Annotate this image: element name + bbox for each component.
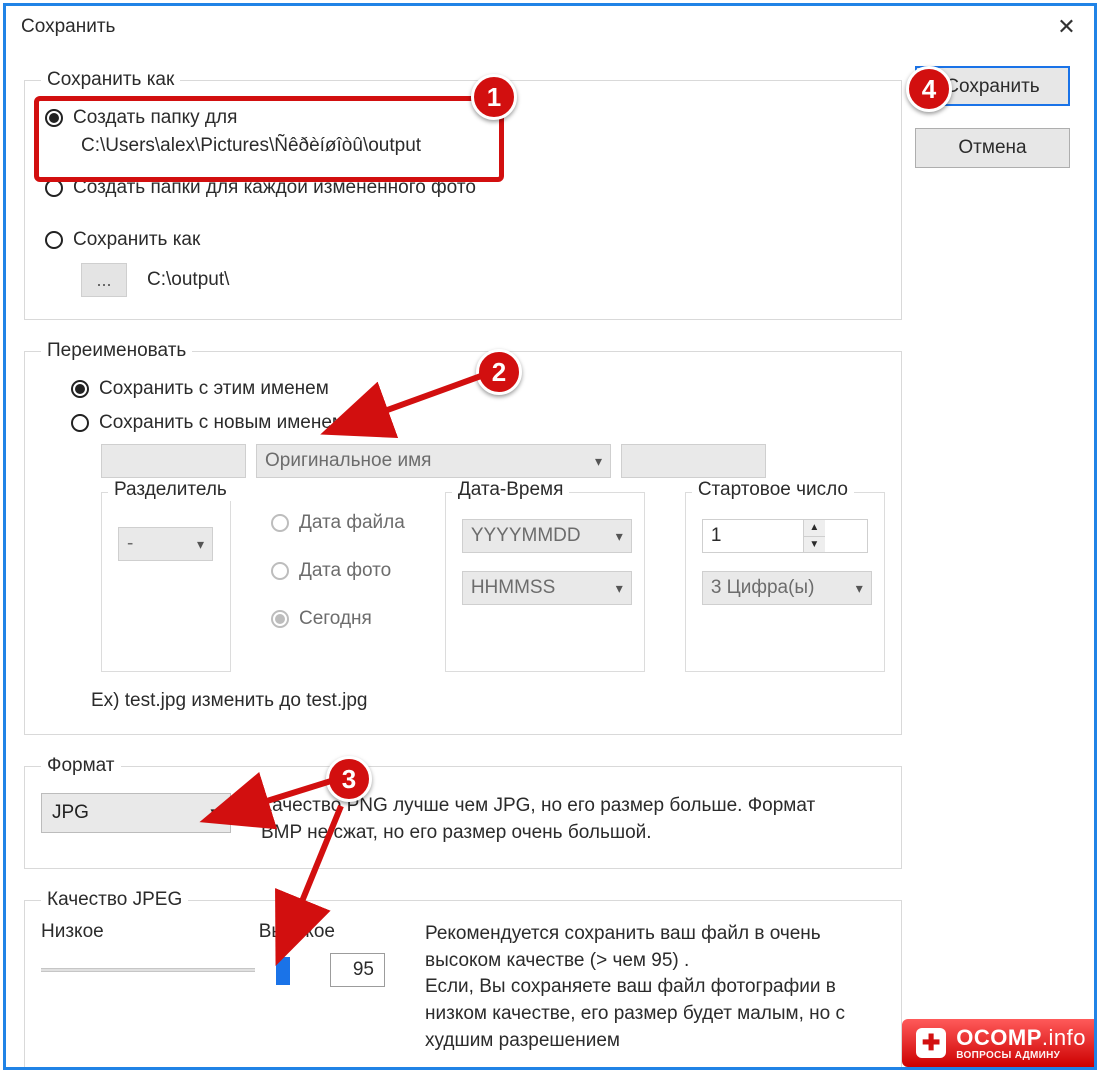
quality-legend: Качество JPEG <box>41 889 188 911</box>
start-number-spinner[interactable]: 1 ▲ ▼ <box>702 519 868 553</box>
digits-select[interactable]: 3 Цифра(ы) ▾ <box>702 571 872 605</box>
radio-label: Дата фото <box>299 560 391 582</box>
quality-slider[interactable] <box>41 955 315 985</box>
spinner-up-icon[interactable]: ▲ <box>803 520 825 537</box>
radio-icon <box>71 414 89 432</box>
radio-file-date[interactable]: Дата файла <box>271 512 405 534</box>
radio-save-as[interactable]: Сохранить как <box>45 229 885 251</box>
format-note: Качество PNG лучше чем JPG, но его разме… <box>261 793 831 846</box>
rename-example: Ex) test.jpg изменить до test.jpg <box>91 690 885 712</box>
format-group: Формат JPG ▾ Качество PNG лучше чем JPG,… <box>24 755 902 869</box>
cancel-button[interactable]: Отмена <box>915 128 1070 168</box>
radio-icon <box>45 179 63 197</box>
radio-new-name[interactable]: Сохранить с новым именем <box>71 412 885 434</box>
rename-group: Переименовать Сохранить с этим именем Со… <box>24 340 902 735</box>
quality-group: Качество JPEG Низкое Высокое 95 <box>24 889 902 1070</box>
radio-each-photo[interactable]: Создать папки для каждой измененного фот… <box>45 177 885 199</box>
radio-label: Сохранить с новым именем <box>99 412 345 434</box>
rename-legend: Переименовать <box>41 340 192 362</box>
radio-create-folder[interactable]: Создать папку для <box>45 107 885 129</box>
quality-low-label: Низкое <box>41 921 104 943</box>
save-as-legend: Сохранить как <box>41 69 180 91</box>
chevron-down-icon: ▾ <box>595 453 602 470</box>
start-number-fieldset: Стартовое число 1 ▲ ▼ 3 Цифра(ы) ▾ <box>685 492 885 672</box>
radio-icon <box>45 231 63 249</box>
save-as-path: C:\output\ <box>147 269 229 291</box>
radio-same-name[interactable]: Сохранить с этим именем <box>71 378 885 400</box>
chevron-down-icon: ▾ <box>616 580 623 597</box>
suffix-input[interactable] <box>621 444 766 478</box>
watermark-badge: OCOMP.info ВОПРОСЫ АДМИНУ <box>902 1019 1097 1067</box>
radio-icon <box>271 610 289 628</box>
format-legend: Формат <box>41 755 121 777</box>
radio-icon <box>45 109 63 127</box>
create-folder-path: C:\Users\alex\Pictures\Ñêðèíøîòû\output <box>81 135 885 157</box>
prefix-input[interactable] <box>101 444 246 478</box>
time-format-select[interactable]: HHMMSS ▾ <box>462 571 632 605</box>
save-dialog-window: Сохранить ✕ Сохранить Отмена Сохранить к… <box>3 3 1097 1070</box>
radio-icon <box>271 514 289 532</box>
chevron-down-icon: ▾ <box>856 580 863 597</box>
date-format-select[interactable]: YYYYMMDD ▾ <box>462 519 632 553</box>
titlebar: Сохранить ✕ <box>6 6 1094 49</box>
separator-fieldset: Разделитель - ▾ <box>101 492 231 672</box>
radio-label: Сегодня <box>299 608 372 630</box>
slider-track <box>41 968 255 972</box>
radio-label: Сохранить с этим именем <box>99 378 329 400</box>
separator-select[interactable]: - ▾ <box>118 527 213 561</box>
save-as-group: Сохранить как Создать папку для C:\Users… <box>24 69 902 320</box>
radio-photo-date[interactable]: Дата фото <box>271 560 405 582</box>
spinner-down-icon[interactable]: ▼ <box>803 537 825 553</box>
radio-icon <box>71 380 89 398</box>
datetime-fieldset: Дата-Время YYYYMMDD ▾ HHMMSS ▾ <box>445 492 645 672</box>
chevron-down-icon: ▾ <box>616 528 623 545</box>
quality-value-input[interactable]: 95 <box>330 953 385 987</box>
chevron-down-icon: ▾ <box>210 802 220 825</box>
radio-label: Создать папки для каждой измененного фот… <box>73 177 476 199</box>
radio-label: Дата файла <box>299 512 405 534</box>
window-title: Сохранить <box>21 16 115 38</box>
radio-label: Создать папку для <box>73 107 237 129</box>
quality-high-label: Высокое <box>259 921 335 943</box>
slider-thumb[interactable] <box>276 957 290 985</box>
radio-icon <box>271 562 289 580</box>
separator-legend: Разделитель <box>108 479 233 501</box>
start-number-legend: Стартовое число <box>692 479 854 501</box>
browse-button[interactable]: ... <box>81 263 127 297</box>
radio-today[interactable]: Сегодня <box>271 608 405 630</box>
radio-label: Сохранить как <box>73 229 200 251</box>
quality-note: Рекомендуется сохранить ваш файл в очень… <box>425 921 885 1054</box>
save-button[interactable]: Сохранить <box>915 66 1070 106</box>
chevron-down-icon: ▾ <box>197 536 204 553</box>
datetime-legend: Дата-Время <box>452 479 570 501</box>
dialog-action-buttons: Сохранить Отмена <box>915 66 1070 190</box>
format-select[interactable]: JPG ▾ <box>41 793 231 833</box>
close-icon[interactable]: ✕ <box>1039 7 1094 47</box>
original-name-select[interactable]: Оригинальное имя ▾ <box>256 444 611 478</box>
